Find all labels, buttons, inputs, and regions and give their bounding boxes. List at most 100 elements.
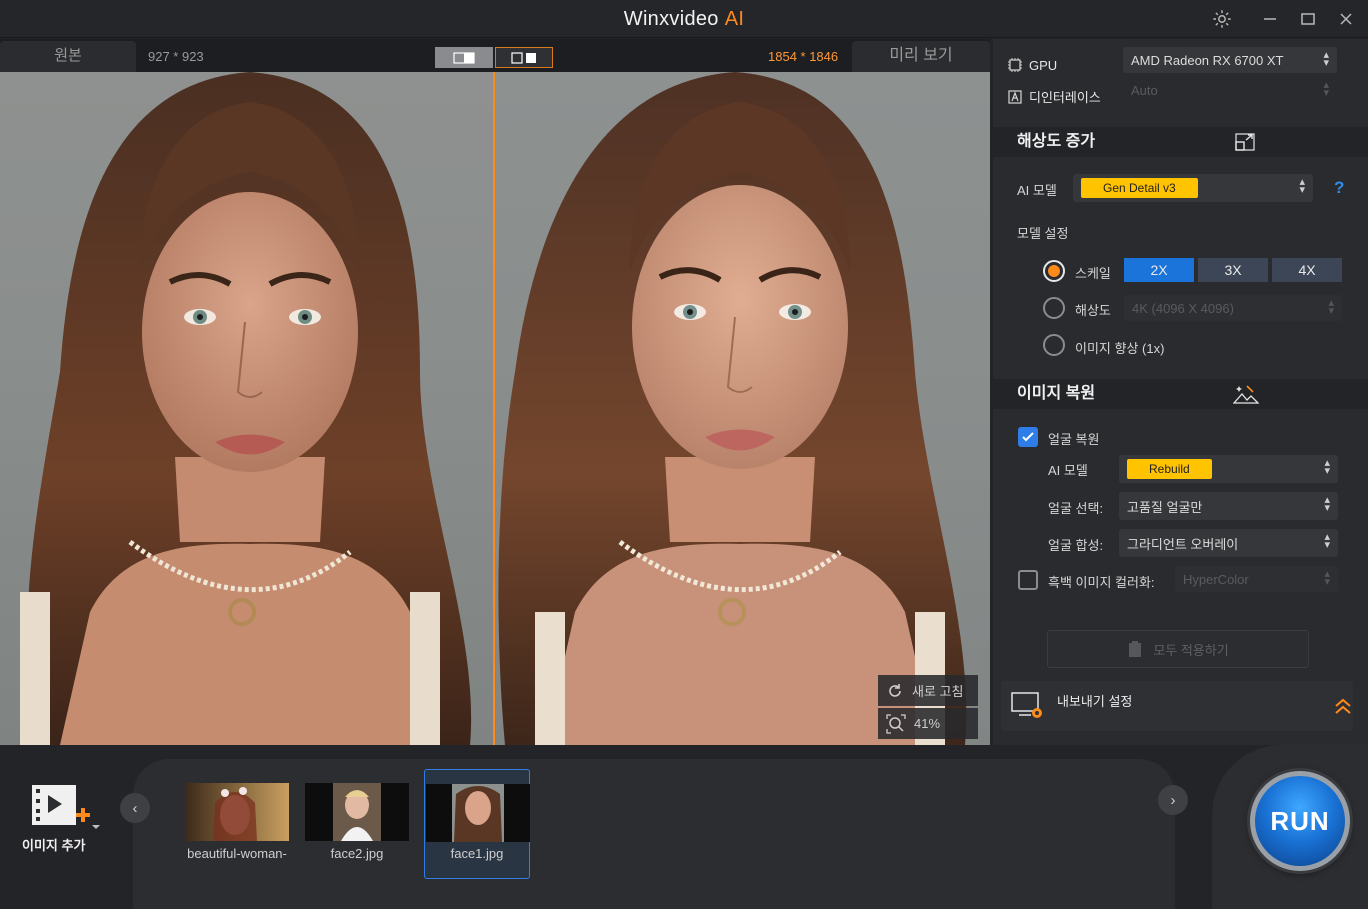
thumbnail-1-picture: [185, 783, 289, 841]
bottom-bar: 이미지 추가 ‹ beautiful-woman- face2.jpg face…: [0, 745, 1368, 909]
upscale-section-title: 해상도 증가: [1017, 133, 1096, 150]
deinterlace-value: Auto: [1131, 82, 1158, 98]
app-title: Winxvideo AI: [0, 8, 1368, 31]
thumbnail-name-1: beautiful-woman-: [187, 846, 287, 861]
face-restore-checkbox[interactable]: [1018, 427, 1038, 447]
thumbnail-2-picture: [305, 783, 409, 841]
deinterlace-label: 디인터레이스: [1029, 90, 1101, 105]
side-by-side-icon: [511, 51, 536, 64]
chevron-up-icon: [1335, 698, 1351, 714]
export-settings-button[interactable]: 내보내기 설정: [1001, 681, 1353, 731]
scale-4x-button[interactable]: 4X: [1272, 258, 1342, 282]
thumbnail-strip: ‹ beautiful-woman- face2.jpg face1.jpg ›: [120, 759, 1188, 909]
ai-model-label: AI 모델: [1017, 183, 1057, 198]
refresh-preview-button[interactable]: 새로 고침: [878, 675, 978, 706]
resolution-value: 4K (4096 X 4096): [1132, 300, 1234, 316]
select-arrows-icon: ▴ ▾: [1323, 49, 1329, 69]
thumbnail-image-3: [426, 784, 530, 842]
gpu-row: GPU: [1007, 57, 1057, 73]
minimize-button[interactable]: [1256, 6, 1284, 32]
viewer-header: 원본 927 * 923 1854 * 1846 미리 보기: [0, 39, 990, 72]
colorize-label: 흑백 이미지 컬러화:: [1048, 575, 1155, 590]
maximize-button[interactable]: [1294, 6, 1322, 32]
tab-original[interactable]: 원본: [0, 41, 136, 72]
thumbnail-2[interactable]: face2.jpg: [305, 783, 409, 891]
scroll-left-button[interactable]: ‹: [120, 793, 150, 823]
ai-model-select[interactable]: Gen Detail v3 ▴ ▾: [1073, 174, 1313, 202]
app-title-ai: AI: [724, 8, 745, 30]
gpu-label: GPU: [1029, 57, 1058, 73]
thumbnail-3-picture: [426, 784, 530, 842]
export-settings-icon: [1011, 692, 1042, 718]
scale-3x-button[interactable]: 3X: [1198, 258, 1268, 282]
face-ai-model-value: Rebuild: [1127, 459, 1212, 479]
enhance-label: 이미지 향상 (1x): [1075, 341, 1165, 356]
face-select-dropdown[interactable]: 고품질 얼굴만 ▴ ▾: [1119, 492, 1338, 520]
chevron-left-icon: ‹: [132, 799, 138, 817]
thumbnail-image-1: [185, 783, 289, 841]
colorize-select[interactable]: HyperColor ▴ ▾: [1175, 566, 1338, 592]
gpu-select[interactable]: AMD Radeon RX 6700 XT ▴ ▾: [1123, 47, 1337, 73]
restore-section-header: 이미지 복원: [993, 379, 1368, 409]
chevron-right-icon: ›: [1170, 791, 1176, 809]
help-icon[interactable]: ?: [1334, 178, 1344, 198]
image-viewer: 원본 927 * 923 1854 * 1846 미리 보기 새로 고침 41%: [0, 39, 990, 745]
side-by-side-button[interactable]: [495, 47, 553, 68]
face-blend-dropdown[interactable]: 그라디언트 오버레이 ▴ ▾: [1119, 529, 1338, 557]
select-arrows-icon: ▴ ▾: [1323, 79, 1329, 99]
face-restore-label: 얼굴 복원: [1048, 432, 1100, 447]
clipboard-icon: [1129, 641, 1142, 657]
model-settings-label: 모델 설정: [1017, 226, 1069, 241]
run-button[interactable]: RUN: [1250, 771, 1350, 871]
add-image-label: 이미지 추가: [22, 838, 86, 853]
preview-image-pane[interactable]: 새로 고침 41%: [495, 72, 990, 745]
deinterlace-select[interactable]: Auto ▴ ▾: [1123, 77, 1337, 103]
close-button[interactable]: [1332, 6, 1360, 32]
zoom-icon: [886, 713, 906, 734]
chip-icon: [1008, 58, 1022, 72]
face-ai-model-label: AI 모델: [1048, 463, 1088, 478]
close-icon: [1340, 13, 1352, 25]
colorize-checkbox[interactable]: [1018, 570, 1038, 590]
resolution-radio[interactable]: [1043, 297, 1065, 319]
settings-panel: GPU AMD Radeon RX 6700 XT ▴ ▾ 디인터레이스 Auto…: [993, 39, 1368, 745]
original-dimensions: 927 * 923: [148, 49, 204, 64]
select-arrows-icon: ▴ ▾: [1324, 568, 1330, 588]
gpu-value: AMD Radeon RX 6700 XT: [1131, 52, 1284, 68]
output-dimensions: 1854 * 1846: [768, 49, 839, 64]
gear-icon: [1213, 10, 1231, 28]
scale-radio[interactable]: [1043, 260, 1065, 282]
enhanced-portrait-image: [498, 72, 967, 745]
run-area: RUN: [1212, 745, 1368, 909]
apply-all-button[interactable]: 모두 적용하기: [1047, 630, 1309, 668]
enhance-radio[interactable]: [1043, 334, 1065, 356]
resolution-label: 해상도: [1075, 303, 1111, 318]
face-select-value: 고품질 얼굴만: [1127, 499, 1203, 515]
settings-button[interactable]: [1208, 6, 1236, 32]
upscale-section-header: 해상도 증가: [993, 127, 1368, 157]
resolution-select[interactable]: 4K (4096 X 4096) ▴ ▾: [1124, 295, 1342, 321]
app-title-text: Winxvideo: [623, 8, 719, 30]
zoom-button[interactable]: 41%: [878, 708, 978, 739]
thumbnail-image-2: [305, 783, 409, 841]
restore-section-title: 이미지 복원: [1017, 385, 1096, 402]
thumbnail-1[interactable]: beautiful-woman-: [185, 783, 289, 891]
check-icon: [1022, 432, 1034, 442]
split-view-button[interactable]: [435, 47, 493, 68]
scale-2x-button[interactable]: 2X: [1124, 258, 1194, 282]
ai-model-value: Gen Detail v3: [1081, 178, 1198, 198]
split-view-icon: [453, 51, 475, 64]
face-ai-model-select[interactable]: Rebuild ▴ ▾: [1119, 455, 1338, 483]
scroll-right-button[interactable]: ›: [1158, 785, 1188, 815]
original-image-pane[interactable]: [0, 72, 493, 745]
thumbnail-name-2: face2.jpg: [330, 846, 384, 861]
export-settings-label: 내보내기 설정: [1057, 694, 1133, 709]
thumbnail-3[interactable]: face1.jpg: [424, 769, 530, 879]
app-window: Winxvideo AI 원본 927 * 923 1854 * 1846 미리 …: [0, 0, 1368, 909]
title-bar: Winxvideo AI: [0, 0, 1368, 38]
face-select-label: 얼굴 선택:: [1048, 501, 1104, 516]
deinterlace-row: 디인터레이스: [1007, 87, 1101, 106]
scale-label: 스케일: [1075, 266, 1111, 281]
tab-preview[interactable]: 미리 보기: [852, 41, 990, 72]
select-arrows-icon: ▴ ▾: [1324, 494, 1330, 514]
